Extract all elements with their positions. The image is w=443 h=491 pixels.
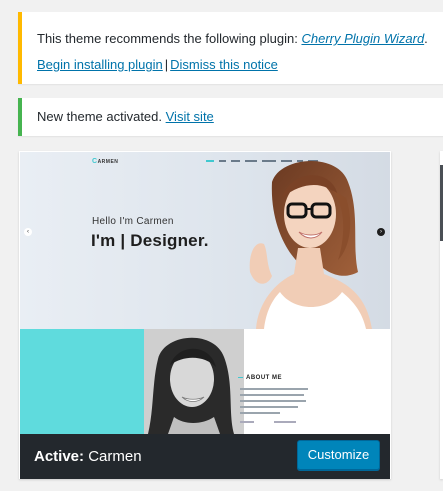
- begin-installing-plugin-link[interactable]: Begin installing plugin: [37, 57, 163, 72]
- preview-headline: I'm | Designer.: [91, 231, 209, 250]
- theme-name-text: Carmen: [88, 448, 142, 465]
- preview-about-section: ABOUT ME: [20, 329, 390, 434]
- preview-about-heading: ABOUT ME: [238, 375, 282, 381]
- customize-button[interactable]: Customize: [297, 440, 380, 470]
- preview-accent-block: [20, 329, 144, 434]
- cherry-plugin-wizard-link[interactable]: Cherry Plugin Wizard: [301, 31, 424, 46]
- chevron-right-icon[interactable]: ›: [377, 228, 385, 236]
- plugin-notice-text: This theme recommends the following plug…: [37, 31, 302, 46]
- preview-logo: CARMEN: [92, 158, 119, 165]
- active-theme-card[interactable]: CARMEN Hello I'm Carmen I'm | Designer.: [19, 151, 391, 479]
- visit-site-link[interactable]: Visit site: [166, 109, 214, 124]
- theme-footer-bar: Active: Carmen Customize: [20, 434, 390, 479]
- active-theme-name: Active: Carmen: [34, 448, 142, 465]
- dismiss-notice-link[interactable]: Dismiss this notice: [170, 57, 278, 72]
- woman-portrait-image: [249, 160, 372, 329]
- preview-about-text: [240, 388, 308, 418]
- plugin-recommendation-notice: This theme recommends the following plug…: [18, 12, 443, 84]
- about-portrait-image: [144, 329, 244, 434]
- plugin-notice-actions: Begin installing plugin | Dismiss this not…: [37, 55, 438, 75]
- chevron-left-icon[interactable]: ‹: [24, 228, 32, 236]
- preview-about-tabs: [240, 421, 296, 423]
- plugin-notice-message: This theme recommends the following plug…: [37, 29, 438, 49]
- theme-screenshot[interactable]: CARMEN Hello I'm Carmen I'm | Designer.: [20, 152, 390, 434]
- plugin-notice-period: .: [424, 31, 428, 46]
- active-label: Active:: [34, 448, 85, 465]
- preview-hello-text: Hello I'm Carmen: [92, 216, 174, 227]
- theme-activated-notice: New theme activated. Visit site: [18, 98, 443, 136]
- preview-hero: CARMEN Hello I'm Carmen I'm | Designer.: [20, 152, 390, 329]
- theme-activated-text: New theme activated.: [37, 109, 166, 124]
